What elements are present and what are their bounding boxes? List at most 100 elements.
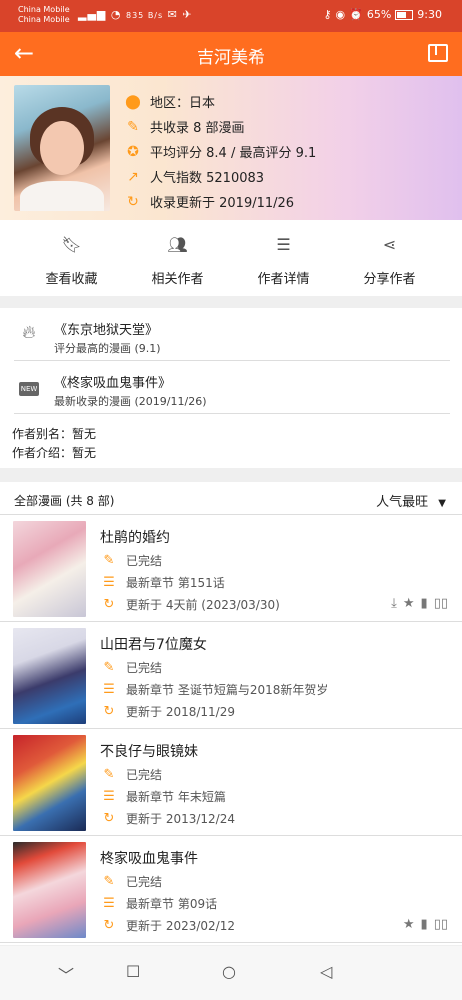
- count-text: 共收录 8 部漫画: [150, 121, 245, 136]
- book-open-icon[interactable]: ▯▯: [434, 596, 448, 611]
- bookmark-icon[interactable]: ▮: [421, 917, 428, 932]
- region-text: 地区：日本: [150, 96, 216, 111]
- key-icon: ⚷: [323, 8, 332, 21]
- updated-text: 收录更新于 2019/11/26: [150, 196, 295, 211]
- star-icon[interactable]: ★: [403, 596, 415, 611]
- clock: 9:30: [417, 8, 442, 21]
- history-icon: ↻: [103, 597, 115, 612]
- author-details-button[interactable]: ☰ 作者详情: [226, 234, 341, 287]
- comic-chapter-line: ☰ 最新章节 第151话: [100, 574, 225, 591]
- comic-updated: 更新于 2013/12/24: [126, 812, 235, 826]
- bookmark-icon[interactable]: ▮: [421, 596, 428, 611]
- comic-updated-line: ↻ 更新于 4天前 (2023/03/30): [100, 596, 280, 613]
- star-circle-icon: ✪: [127, 143, 139, 160]
- home-circle-icon[interactable]: ○: [222, 962, 236, 981]
- comic-updated-line: ↻ 更新于 2018/11/29: [100, 703, 235, 720]
- view-favorites-button[interactable]: 🔖︎ 查看收藏: [14, 234, 129, 287]
- comic-list: 杜鹃的婚约 ✎ 已完结 ☰ 最新章节 第151话 ↻ 更新于 4天前 (2023/03…: [0, 515, 462, 945]
- carrier-2: China Mobile: [18, 15, 70, 24]
- location-pin-icon: ⬤: [125, 93, 141, 110]
- new-badge-icon: NEW: [18, 375, 40, 397]
- comic-status: 已完结: [126, 768, 163, 782]
- author-intro: 作者介绍：暂无: [12, 446, 97, 460]
- comic-updated-line: ↻ 更新于 2013/12/24: [100, 810, 235, 827]
- comic-chapter: 最新章节 第151话: [126, 576, 225, 590]
- download-icon[interactable]: ⤓: [391, 596, 397, 611]
- comic-tools: ⤓ ★ ▮ ▯▯: [391, 596, 448, 611]
- eye-icon: ◉: [335, 8, 346, 21]
- top-rated-subtitle: 评分最高的漫画 (9.1): [54, 342, 161, 355]
- sort-dropdown[interactable]: 人气最旺 ▼: [376, 491, 446, 510]
- photo-body: [20, 181, 104, 211]
- top-rated-title: 《东京地狱天堂》: [54, 323, 159, 338]
- comic-title: 杜鹃的婚约: [100, 530, 170, 546]
- newest-subtitle: 最新收录的漫画 (2019/11/26): [54, 395, 207, 408]
- rating-row: ✪ 平均评分 8.4 / 最高评分 9.1: [124, 139, 316, 164]
- history-icon: ↻: [103, 811, 115, 826]
- status-bar: China Mobile China Mobile ▂▄▆ ◔ 835 B/s …: [0, 0, 462, 32]
- comic-status: 已完结: [126, 661, 163, 675]
- list-icon: ☰: [103, 789, 115, 804]
- comic-chapter-line: ☰ 最新章节 第09话: [100, 895, 217, 912]
- page-title: 吉河美希: [197, 48, 265, 68]
- trending-icon: ↗: [127, 168, 139, 185]
- status-right: ⚷ ◉ ⏰ 65% 9:30: [323, 8, 442, 21]
- pencil-icon: ✎: [103, 874, 115, 889]
- back-triangle-icon[interactable]: ◁: [320, 962, 332, 981]
- author-header: ⬤ 地区：日本 ✎ 共收录 8 部漫画 ✪ 平均评分 8.4 / 最高评分 9.…: [0, 76, 462, 220]
- comic-title: 不良仔与眼镜妹: [100, 744, 198, 760]
- wifi-icon: ◔: [110, 8, 122, 21]
- comic-status-line: ✎ 已完结: [100, 873, 162, 890]
- action-bar: 🔖︎ 查看收藏 👥︎ 相关作者 ☰ 作者详情 ⋖ 分享作者: [0, 220, 462, 296]
- carrier-info: China Mobile China Mobile: [18, 5, 70, 25]
- author-photo[interactable]: [14, 85, 110, 211]
- sort-label: 人气最旺: [376, 495, 429, 510]
- highlights-card: 🔥︎ 《东京地狱天堂》 评分最高的漫画 (9.1) NEW 《柊家吸血鬼事件》 …: [0, 308, 462, 468]
- bookmark-icon: 🔖︎: [61, 235, 82, 254]
- network-speed: 835 B/s: [126, 11, 164, 20]
- comic-row[interactable]: 柊家吸血鬼事件 ✎ 已完结 ☰ 最新章节 第09话 ↻ 更新于 2023/02/12 …: [0, 836, 462, 943]
- share-author-button[interactable]: ⋖ 分享作者: [332, 234, 447, 287]
- square-icon[interactable]: ☐: [126, 962, 140, 981]
- pencil-icon: ✎: [103, 767, 115, 782]
- popularity-row: ↗ 人气指数 5210083: [124, 164, 316, 189]
- related-authors-button[interactable]: 👥︎ 相关作者: [120, 234, 235, 287]
- comic-cover[interactable]: [13, 521, 86, 617]
- updated-row: ↻ 收录更新于 2019/11/26: [124, 189, 316, 214]
- region-row: ⬤ 地区：日本: [124, 89, 316, 114]
- comic-row[interactable]: 不良仔与眼镜妹 ✎ 已完结 ☰ 最新章节 年末短篇 ↻ 更新于 2013/12/24: [0, 729, 462, 836]
- history-icon: ↻: [103, 918, 115, 933]
- newest-item[interactable]: NEW 《柊家吸血鬼事件》 最新收录的漫画 (2019/11/26): [14, 361, 450, 414]
- comic-chapter: 最新章节 第09话: [126, 897, 218, 911]
- people-icon: 👥︎: [167, 235, 188, 254]
- pencil-icon: ✎: [103, 660, 115, 675]
- list-icon: ☰: [276, 235, 291, 254]
- carrier-1: China Mobile: [18, 5, 70, 14]
- chevron-down-icon[interactable]: ﹀: [58, 962, 74, 986]
- new-badge: NEW: [18, 382, 40, 396]
- battery-icon: [395, 9, 414, 20]
- comic-cover[interactable]: [13, 735, 86, 831]
- star-icon[interactable]: ★: [403, 917, 415, 932]
- comic-cover[interactable]: [13, 842, 86, 938]
- comic-cover[interactable]: [13, 628, 86, 724]
- rating-text: 平均评分 8.4 / 最高评分 9.1: [150, 146, 317, 161]
- comic-status: 已完结: [126, 554, 163, 568]
- comic-updated: 更新于 2023/02/12: [126, 919, 235, 933]
- list-icon: ☰: [103, 575, 115, 590]
- author-info: ⬤ 地区：日本 ✎ 共收录 8 部漫画 ✪ 平均评分 8.4 / 最高评分 9.…: [124, 89, 316, 214]
- top-rated-item[interactable]: 🔥︎ 《东京地狱天堂》 评分最高的漫画 (9.1): [14, 308, 450, 361]
- comic-row[interactable]: 山田君与7位魔女 ✎ 已完结 ☰ 最新章节 圣诞节短篇与2018新年贺岁 ↻ 更新于 …: [0, 622, 462, 729]
- signal-icon: ▂▄▆: [78, 8, 107, 21]
- comic-updated-line: ↻ 更新于 2023/02/12: [100, 917, 235, 934]
- comic-row[interactable]: 杜鹃的婚约 ✎ 已完结 ☰ 最新章节 第151话 ↻ 更新于 4天前 (2023/03…: [0, 515, 462, 622]
- comic-status-line: ✎ 已完结: [100, 552, 162, 569]
- comic-tools: ★ ▮ ▯▯: [403, 917, 448, 932]
- share-out-icon[interactable]: [428, 44, 448, 62]
- photo-face: [40, 121, 84, 175]
- caret-down-icon: ▼: [438, 498, 446, 509]
- comic-title: 山田君与7位魔女: [100, 637, 207, 653]
- book-open-icon[interactable]: ▯▯: [434, 917, 448, 932]
- count-row: ✎ 共收录 8 部漫画: [124, 114, 316, 139]
- comic-list-header: 全部漫画 (共 8 部) 人气最旺 ▼: [0, 482, 462, 515]
